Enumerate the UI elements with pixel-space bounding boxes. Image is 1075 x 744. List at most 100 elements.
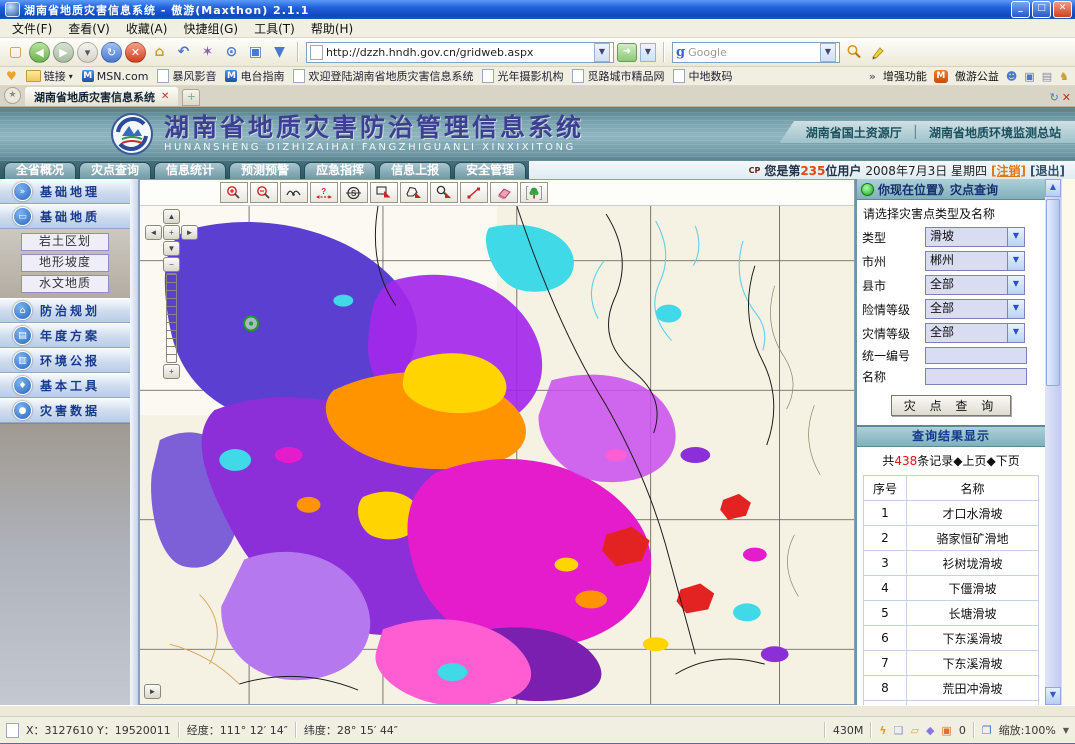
zoom-slider[interactable]: [166, 273, 177, 363]
address-url[interactable]: http://dzzh.hndh.gov.cn/gridweb.aspx: [326, 46, 591, 59]
table-row[interactable]: 5长塘滑坡: [864, 601, 1039, 626]
tab-close-icon[interactable]: ✕: [161, 91, 169, 102]
link-item[interactable]: 光年摄影机构: [482, 68, 563, 84]
select-灾情等级[interactable]: 全部▼: [925, 323, 1025, 343]
row-name[interactable]: 荒田冲滑坡: [907, 676, 1039, 701]
sidebar-splitter[interactable]: [130, 179, 139, 705]
pan-right-bottom-button[interactable]: ►: [144, 684, 161, 699]
rect-select-icon[interactable]: [370, 182, 398, 203]
chevron-down-icon[interactable]: ▼: [1007, 324, 1024, 342]
menu-item[interactable]: 帮助(H): [303, 20, 361, 37]
identify-icon[interactable]: [430, 182, 458, 203]
new-page-icon[interactable]: ▢: [5, 42, 26, 63]
scroll-down-icon[interactable]: ▼: [1045, 687, 1061, 705]
boost-icon[interactable]: ϟ: [879, 724, 886, 737]
zoom-level[interactable]: 缩放:100%: [999, 722, 1056, 738]
user-icon[interactable]: ☻: [1006, 70, 1017, 83]
new-tab-button[interactable]: +: [182, 89, 200, 106]
search-bar[interactable]: g Google ▼: [672, 42, 840, 63]
logout-link[interactable]: [注销]: [991, 162, 1026, 179]
select-类型[interactable]: 滑坡▼: [925, 227, 1025, 247]
pan-down-button[interactable]: ▼: [163, 241, 180, 256]
table-row[interactable]: 4下僵滑坡: [864, 576, 1039, 601]
geological-map[interactable]: [140, 206, 854, 704]
undo-icon[interactable]: ↶: [173, 42, 194, 63]
table-row[interactable]: 7下东溪滑坡: [864, 651, 1039, 676]
link-item[interactable]: 觅路城市精品网: [572, 68, 664, 84]
address-bar[interactable]: http://dzzh.hndh.gov.cn/gridweb.aspx ▼: [306, 42, 614, 63]
menu-item[interactable]: 收藏(A): [118, 20, 176, 37]
zoom-in-slider-button[interactable]: +: [163, 364, 180, 379]
table-row[interactable]: 1才口水滑坡: [864, 501, 1039, 526]
link-item[interactable]: 暴风影音: [157, 68, 216, 84]
nav-tab-信息上报[interactable]: 信息上报: [379, 162, 451, 180]
download-icon[interactable]: ▼: [269, 42, 290, 63]
select-县市[interactable]: 全部▼: [925, 275, 1025, 295]
pan-center-button[interactable]: +: [163, 225, 180, 240]
menu-item[interactable]: 快捷组(G): [175, 20, 246, 37]
link-land-resources[interactable]: 湖南省国土资源厅: [806, 124, 902, 141]
refresh-all-icon[interactable]: ↻: [1050, 91, 1059, 104]
input-名称[interactable]: [925, 368, 1027, 385]
zoom-in-icon[interactable]: [220, 182, 248, 203]
chevron-down-icon[interactable]: ▼: [1007, 228, 1024, 246]
disaster-query-button[interactable]: 灾 点 查 询: [891, 395, 1011, 416]
stop-icon[interactable]: ✕: [125, 42, 146, 63]
link-item[interactable]: M电台指南: [225, 68, 284, 84]
menu-item[interactable]: 工具(T): [246, 20, 303, 37]
table-row[interactable]: 3衫树垅滑坡: [864, 551, 1039, 576]
go-dropdown-icon[interactable]: ▼: [640, 43, 656, 62]
table-row[interactable]: 2骆家恒矿滑地: [864, 526, 1039, 551]
sidebar-item-基础地理[interactable]: »基础地理: [0, 179, 130, 204]
row-name[interactable]: 下僵滑坡: [907, 576, 1039, 601]
row-name[interactable]: 骆家恒矿滑地: [907, 526, 1039, 551]
row-name[interactable]: 下东溪滑坡: [907, 651, 1039, 676]
menu-item[interactable]: 查看(V): [60, 20, 118, 37]
sidebar-item-年度方案[interactable]: ▤年度方案: [0, 323, 130, 348]
row-name[interactable]: 长塘滑坡: [907, 601, 1039, 626]
star-icon[interactable]: ★: [4, 87, 21, 104]
sidebar-item-灾害数据[interactable]: ●灾害数据: [0, 398, 130, 423]
refresh-icon[interactable]: ↻: [101, 42, 122, 63]
maxthon-charity-link[interactable]: 傲游公益: [955, 68, 999, 84]
sidebar-subitem-水文地质[interactable]: 水文地质: [21, 275, 109, 293]
zoom-out-slider-button[interactable]: −: [163, 257, 180, 272]
nav-tab-灾点查询[interactable]: 灾点查询: [79, 162, 151, 180]
search-engine-dropdown-icon[interactable]: ▼: [820, 43, 836, 62]
measure-distance-icon[interactable]: ?: [310, 182, 338, 203]
maximize-button[interactable]: □: [1032, 1, 1051, 18]
sidebar-item-基本工具[interactable]: ♦基本工具: [0, 373, 130, 398]
input-统一编号[interactable]: [925, 347, 1027, 364]
capture-icon[interactable]: ▣: [941, 724, 951, 737]
pan-left-button[interactable]: ◄: [145, 225, 162, 240]
back-icon[interactable]: ◀: [29, 42, 50, 63]
row-name[interactable]: 才口水滑坡: [907, 501, 1039, 526]
highlighter-icon[interactable]: [867, 42, 888, 63]
sidebar-item-基础地质[interactable]: ▭基础地质: [0, 204, 130, 229]
nav-tab-安全管理[interactable]: 安全管理: [454, 162, 526, 180]
folder-status-icon[interactable]: ▱: [910, 724, 918, 737]
chevron-down-icon[interactable]: ▼: [1007, 276, 1024, 294]
zoom-dropdown-icon[interactable]: ▼: [1063, 726, 1069, 735]
table-row[interactable]: 9黄花岭滑坡: [864, 701, 1039, 706]
nav-tab-预测预警[interactable]: 预测预警: [229, 162, 301, 180]
draw-line-icon[interactable]: [460, 182, 488, 203]
chevron-down-icon[interactable]: ▼: [1007, 300, 1024, 318]
link-geo-monitor-station[interactable]: 湖南省地质环境监测总站: [929, 124, 1061, 141]
chevron-down-icon[interactable]: ▼: [1007, 252, 1024, 270]
close-button[interactable]: ✕: [1053, 1, 1072, 18]
magic-wand-icon[interactable]: ✶: [197, 42, 218, 63]
pan-right-button[interactable]: ►: [181, 225, 198, 240]
zoom-window-icon[interactable]: ❐: [982, 724, 992, 737]
home-icon[interactable]: ⌂: [149, 42, 170, 63]
window-icon[interactable]: ▣: [245, 42, 266, 63]
forward-icon[interactable]: ▶: [53, 42, 74, 63]
enhance-features-link[interactable]: 增强功能: [883, 68, 927, 84]
prev-page-link[interactable]: ◆上页: [953, 454, 986, 468]
select-险情等级[interactable]: 全部▼: [925, 299, 1025, 319]
search-icon[interactable]: [843, 42, 864, 63]
next-page-link[interactable]: ◆下页: [986, 454, 1019, 468]
links-overflow-icon[interactable]: »: [869, 70, 876, 83]
row-name[interactable]: 下东溪滑坡: [907, 626, 1039, 651]
scrollbar-thumb[interactable]: [1046, 199, 1060, 386]
